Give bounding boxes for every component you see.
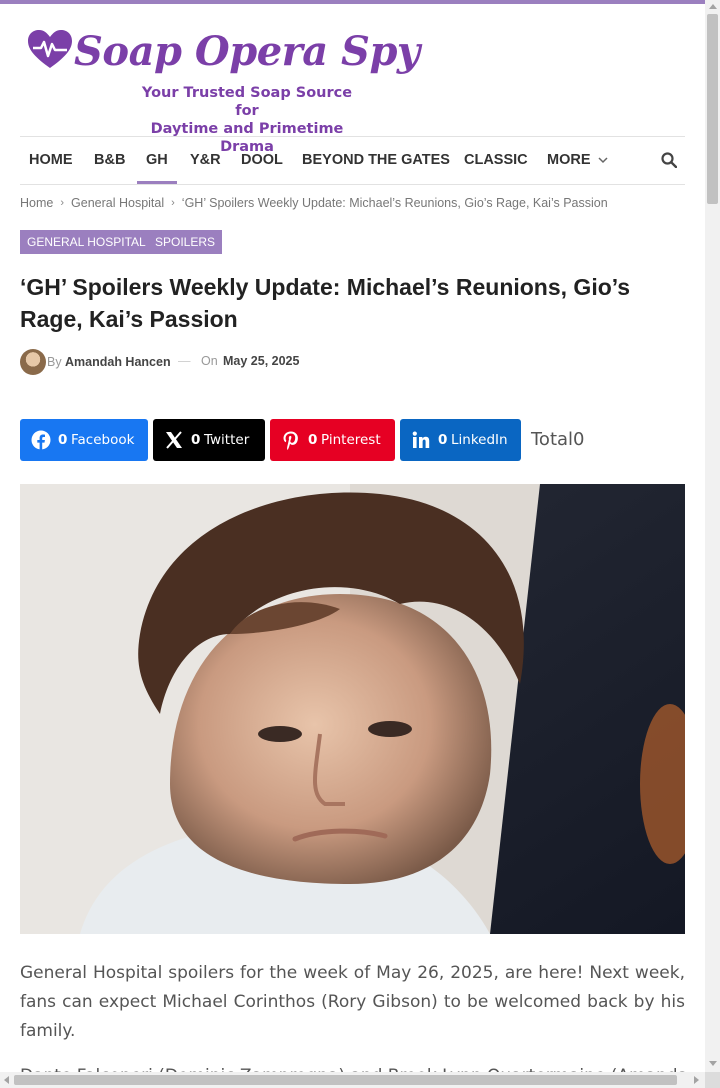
chevron-right-icon: › bbox=[171, 197, 175, 209]
pinterest-icon bbox=[283, 431, 298, 450]
breadcrumb-general-hospital[interactable]: General Hospital bbox=[71, 194, 164, 212]
linkedin-icon bbox=[412, 431, 430, 448]
scrollbar-corner bbox=[705, 1072, 720, 1088]
nav-item-more[interactable]: MORE bbox=[547, 137, 608, 184]
article-meta: By Amandah Hancen — On May 25, 2025 bbox=[20, 349, 420, 375]
search-icon[interactable] bbox=[661, 152, 677, 168]
chevron-right-icon: › bbox=[60, 197, 65, 209]
horizontal-scrollbar[interactable] bbox=[0, 1072, 705, 1088]
nav-item-dool[interactable]: DOOL bbox=[241, 137, 283, 184]
breadcrumb-home[interactable]: Home bbox=[20, 194, 53, 212]
vertical-scrollbar[interactable] bbox=[705, 0, 720, 1072]
vertical-scroll-thumb[interactable] bbox=[707, 14, 718, 204]
twitter-share-count: 0 bbox=[191, 432, 201, 448]
article-paragraph-1: General Hospital spoilers for the week o… bbox=[20, 963, 685, 1041]
heart-pulse-icon bbox=[28, 30, 72, 68]
chevron-down-icon bbox=[598, 157, 608, 164]
pinterest-share-label: Pinterest bbox=[321, 432, 381, 448]
site-logo[interactable]: Soap Opera Spy Your Trusted Soap Source … bbox=[28, 26, 420, 155]
category-badge-spoilers[interactable]: SPOILERS bbox=[148, 230, 223, 254]
share-button-pinterest[interactable]: 0 Pinterest bbox=[270, 419, 395, 461]
share-button-facebook[interactable]: 0 Facebook bbox=[20, 419, 148, 461]
by-label: By bbox=[47, 355, 62, 369]
scroll-left-arrow-icon[interactable] bbox=[4, 1076, 9, 1084]
featured-photo bbox=[20, 484, 685, 934]
linkedin-share-label: LinkedIn bbox=[451, 432, 508, 448]
facebook-icon bbox=[31, 430, 51, 450]
scroll-up-arrow-icon[interactable] bbox=[709, 4, 717, 9]
on-label: On bbox=[201, 354, 218, 368]
pinterest-share-count: 0 bbox=[308, 432, 318, 448]
scroll-right-arrow-icon[interactable] bbox=[694, 1076, 699, 1084]
article-featured-image[interactable] bbox=[20, 484, 685, 934]
facebook-share-count: 0 bbox=[58, 432, 68, 448]
breadcrumb-current: ‘GH’ Spoilers Weekly Update: Michael’s R… bbox=[181, 196, 608, 210]
nav-item-bb[interactable]: B&B bbox=[94, 137, 125, 184]
horizontal-scroll-thumb[interactable] bbox=[14, 1075, 677, 1085]
nav-item-home[interactable]: HOME bbox=[29, 137, 73, 184]
page: Soap Opera Spy Your Trusted Soap Source … bbox=[0, 4, 705, 1072]
twitter-share-label: Twitter bbox=[204, 432, 250, 448]
meta-divider: — bbox=[178, 354, 191, 368]
share-button-linkedin[interactable]: 0 LinkedIn bbox=[400, 419, 521, 461]
category-badge-general-hospital[interactable]: GENERAL HOSPITAL bbox=[20, 230, 153, 254]
linkedin-share-count: 0 bbox=[438, 432, 448, 448]
share-button-twitter[interactable]: 0 Twitter bbox=[153, 419, 265, 461]
nav-item-classic[interactable]: CLASSIC bbox=[464, 137, 528, 184]
nav-item-yr[interactable]: Y&R bbox=[190, 137, 221, 184]
logo-wordmark: Soap Opera Spy bbox=[74, 28, 420, 75]
facebook-share-label: Facebook bbox=[71, 432, 135, 448]
breadcrumb: Home › General Hospital › ‘GH’ Spoilers Week… bbox=[20, 194, 608, 212]
author-name[interactable]: Amandah Hancen bbox=[65, 355, 171, 369]
nav-item-gh[interactable]: GH bbox=[137, 137, 177, 184]
nav-item-beyond-the-gates[interactable]: BEYOND THE GATES bbox=[302, 137, 450, 184]
x-icon bbox=[166, 431, 182, 449]
publish-date: May 25, 2025 bbox=[223, 354, 300, 368]
article-title: ‘GH’ Spoilers Weekly Update: Michael’s R… bbox=[20, 274, 631, 332]
scroll-down-arrow-icon[interactable] bbox=[709, 1061, 717, 1066]
author-avatar[interactable] bbox=[20, 349, 46, 375]
share-total: Total0 bbox=[531, 429, 585, 450]
main-navigation: HOME B&B GH Y&R DOOL BEYOND THE GATES CL… bbox=[20, 136, 685, 185]
article-paragraph-2: Dante Falconeri (Dominic Zamprogna) and … bbox=[20, 1062, 685, 1072]
